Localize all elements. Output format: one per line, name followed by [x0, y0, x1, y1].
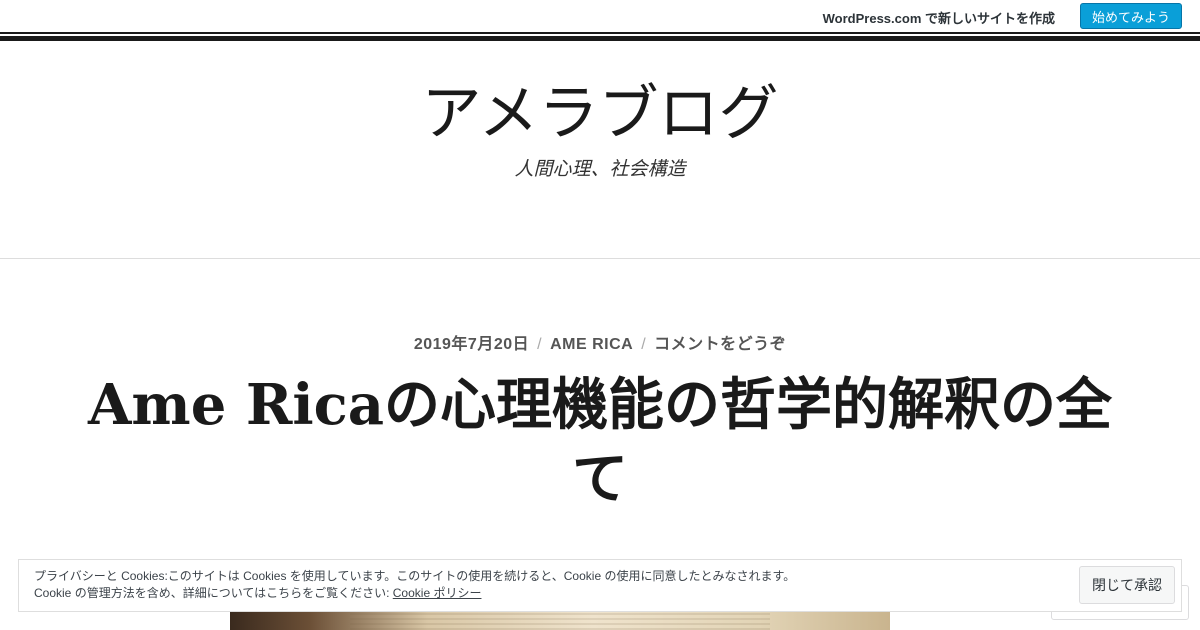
cookie-line-2: Cookie の管理方法を含め、詳細についてはこちらをご覧ください: Cooki… — [34, 585, 795, 602]
cookie-policy-link[interactable]: Cookie ポリシー — [393, 586, 482, 600]
post-date[interactable]: 2019年7月20日 — [414, 336, 529, 353]
top-banner: WordPress.com で新しいサイトを作成 始めてみよう — [0, 0, 1200, 32]
post-author[interactable]: AME RICA — [550, 336, 633, 353]
header-rule — [0, 258, 1200, 259]
post-title: Ame Ricaの心理機能の哲学的解釈の全て — [87, 372, 1113, 512]
post-comments-link[interactable]: コメントをどうぞ — [654, 336, 786, 353]
site-title[interactable]: アメラブログ — [0, 78, 1200, 150]
meta-separator: / — [641, 336, 647, 353]
site-tagline: 人間心理、社会構造 — [514, 158, 686, 180]
header-divider-thin — [0, 32, 1200, 34]
get-started-button[interactable]: 始めてみよう — [1080, 3, 1182, 29]
cookie-line-2-text: Cookie の管理方法を含め、詳細についてはこちらをご覧ください: — [34, 586, 393, 600]
cookie-line-1: プライバシーと Cookies:このサイトは Cookies を使用しています。… — [34, 569, 796, 583]
close-and-accept-button[interactable]: 閉じて承認 — [1079, 566, 1175, 604]
header-divider-thick — [0, 36, 1200, 41]
cookie-text: プライバシーと Cookies:このサイトは Cookies を使用しています。… — [34, 568, 795, 602]
create-site-link[interactable]: WordPress.com で新しいサイトを作成 — [823, 8, 1055, 27]
cookie-banner: プライバシーと Cookies:このサイトは Cookies を使用しています。… — [18, 559, 1182, 612]
post-meta: 2019年7月20日 / AME RICA / コメントをどうぞ — [0, 330, 1200, 354]
meta-separator: / — [537, 336, 543, 353]
